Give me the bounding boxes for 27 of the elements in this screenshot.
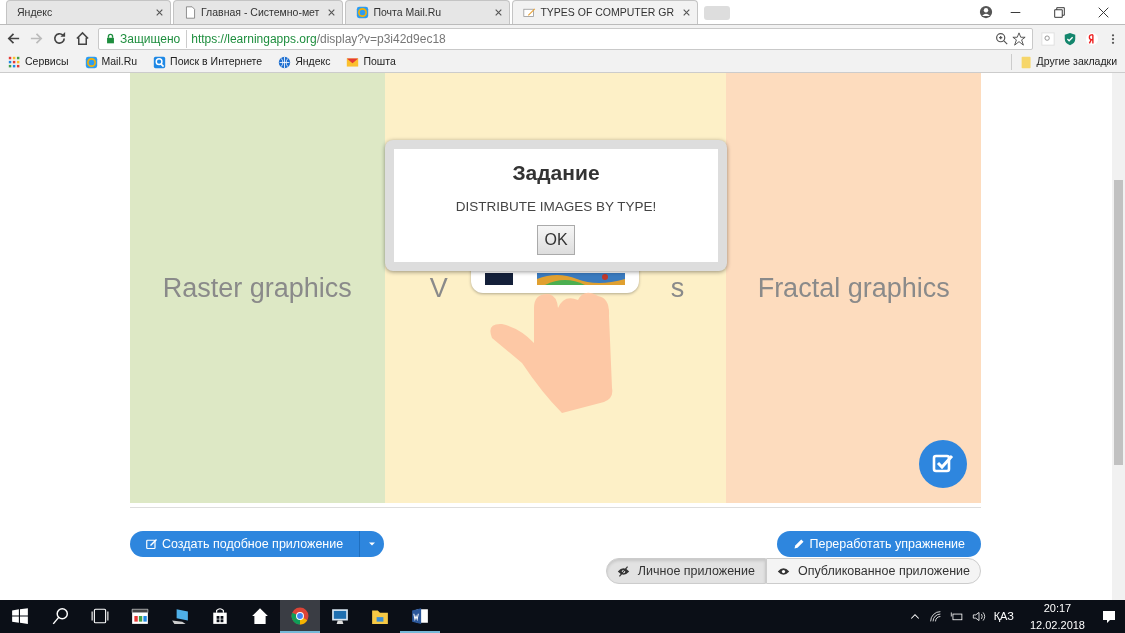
bookmark[interactable]: Сервисы <box>8 54 69 70</box>
ok-button[interactable]: OK <box>537 224 575 255</box>
create-app-button[interactable]: Создать подобное приложение <box>130 531 360 557</box>
bookmark[interactable]: Mail.Ru <box>84 54 138 70</box>
clock-time[interactable]: 20:17 <box>1043 600 1072 617</box>
column-title: Raster graphics <box>162 271 352 305</box>
visibility-toggle[interactable]: Личное приложение <box>605 558 766 584</box>
browser-tab[interactable]: Яндекс <box>6 0 171 24</box>
browser-tab[interactable]: Главная - Системно-мет <box>173 0 344 24</box>
bookmark-folder[interactable]: Другие закладки <box>1010 54 1117 70</box>
dialog-message: DISTRIBUTE IMAGES BY TYPE! <box>455 197 657 216</box>
browser-tab[interactable]: Почта Mail.Ru <box>345 0 511 24</box>
bookmark[interactable]: Яндекс <box>278 54 331 70</box>
language-indicator[interactable]: ҚАЗ <box>993 608 1014 625</box>
address-bar[interactable]: Защищено https://learningapps.org/display?v=p3i42d9ec18 <box>98 27 1033 50</box>
bookmark[interactable]: Поиск в Интернете <box>153 54 263 70</box>
bookmark[interactable]: Пошта <box>346 54 396 70</box>
url-text: https://learningapps.org/display?v=p3i42d9ec18 <box>191 30 446 48</box>
browser-tab[interactable]: TYPES OF COMPUTER GR <box>512 0 698 24</box>
secure-label: Защищено <box>120 29 188 48</box>
column-title: V <box>429 271 448 305</box>
rework-button[interactable]: Переработать упражнение <box>777 531 981 557</box>
column-title: s <box>670 271 685 305</box>
dialog-title: Задание <box>512 160 600 186</box>
clock-date[interactable]: 12.02.2018 <box>1029 616 1085 633</box>
visibility-toggle[interactable]: Опубликованное приложение <box>765 558 981 584</box>
column-title: Fractal graphics <box>757 271 950 305</box>
